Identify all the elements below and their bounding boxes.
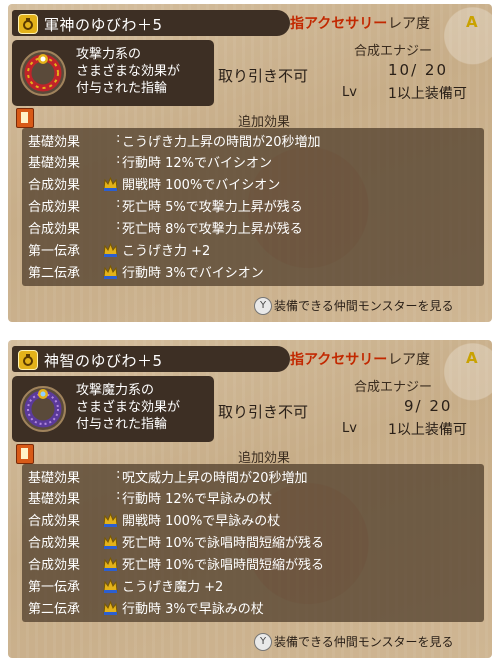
crown-icon bbox=[103, 534, 118, 549]
effect-text: こうげき魔力 +2 bbox=[122, 580, 224, 595]
crown-icon bbox=[103, 512, 118, 527]
effect-separator: : bbox=[116, 467, 121, 482]
item-category: 指アクセサリー bbox=[290, 16, 388, 32]
view-monsters-label: 装備できる仲間モンスターを見る bbox=[274, 299, 454, 313]
book-icon bbox=[16, 444, 34, 464]
accessory-ring-icon bbox=[18, 14, 38, 34]
description-box: 攻撃力系の さまざまな効果が 付与された指輪 bbox=[12, 40, 214, 106]
title-bar: 神智のゆびわ＋5 bbox=[12, 346, 290, 372]
item-panel-1: 軍神のゆびわ＋5 指アクセサリー レア度 A 攻撃力系の さまざまな効果が 付与… bbox=[8, 4, 492, 322]
effects-list: 基礎効果 : こうげき力上昇の時間が20秒増加 基礎効果 : 行動時 12%でバ… bbox=[22, 128, 484, 286]
crown-icon bbox=[103, 578, 118, 593]
effect-text: 死亡時 10%で詠唱時間短縮が残る bbox=[122, 558, 325, 573]
effect-text: こうげき力上昇の時間が20秒増加 bbox=[122, 135, 321, 150]
description-box: 攻撃魔力系の さまざまな効果が 付与された指輪 bbox=[12, 376, 214, 442]
effect-text: 呪文威力上昇の時間が20秒増加 bbox=[122, 471, 308, 486]
red-ring-icon bbox=[20, 50, 66, 96]
description-line: さまざまな効果が bbox=[76, 400, 181, 415]
effect-label: 基礎効果 bbox=[28, 135, 81, 150]
equip-level: 1以上装備可 bbox=[388, 86, 467, 102]
effect-separator: : bbox=[116, 488, 121, 503]
crown-icon bbox=[103, 242, 118, 257]
effect-text: 行動時 3%で早詠みの杖 bbox=[122, 602, 264, 617]
trade-status: 取り引き不可 bbox=[218, 403, 309, 421]
item-panel-2: 神智のゆびわ＋5 指アクセサリー レア度 A 攻撃魔力系の さまざまな効果が 付… bbox=[8, 340, 492, 658]
synthesis-energy-value: 9/ 20 bbox=[404, 397, 453, 415]
y-button-icon: Y bbox=[254, 297, 272, 315]
effect-text: 死亡時 10%で詠唱時間短縮が残る bbox=[122, 536, 325, 551]
rarity-label: レア度 bbox=[388, 352, 430, 368]
crown-icon bbox=[103, 264, 118, 279]
effect-text: 死亡時 8%で攻撃力上昇が残る bbox=[122, 222, 303, 237]
crown-icon bbox=[103, 176, 118, 191]
rarity-value: A bbox=[466, 349, 478, 367]
effect-text: 行動時 12%で早詠みの杖 bbox=[122, 492, 273, 507]
effect-label: 合成効果 bbox=[28, 200, 81, 215]
y-button-icon: Y bbox=[254, 633, 272, 651]
description-line: 付与された指輪 bbox=[76, 81, 168, 96]
rarity-label: レア度 bbox=[388, 16, 430, 32]
effect-text: 行動時 3%でバイシオン bbox=[122, 266, 264, 281]
level-label: Lv bbox=[342, 421, 357, 436]
effect-separator: : bbox=[116, 131, 121, 146]
equip-level: 1以上装備可 bbox=[388, 422, 467, 438]
description-line: 攻撃力系の bbox=[76, 47, 142, 62]
effect-label: 基礎効果 bbox=[28, 471, 81, 486]
purple-ring-icon bbox=[20, 386, 66, 432]
effect-text: こうげき力 +2 bbox=[122, 244, 211, 259]
item-category: 指アクセサリー bbox=[290, 352, 388, 368]
view-monsters-label: 装備できる仲間モンスターを見る bbox=[274, 635, 454, 649]
accessory-ring-icon bbox=[18, 350, 38, 370]
effect-separator: : bbox=[116, 152, 121, 167]
description-line: 攻撃魔力系の bbox=[76, 383, 155, 398]
book-icon bbox=[16, 108, 34, 128]
description-line: さまざまな効果が bbox=[76, 64, 181, 79]
item-title: 軍神のゆびわ＋5 bbox=[44, 16, 163, 34]
effect-label: 合成効果 bbox=[28, 222, 81, 237]
title-bar: 軍神のゆびわ＋5 bbox=[12, 10, 290, 36]
crown-icon bbox=[103, 600, 118, 615]
item-description: 攻撃魔力系の さまざまな効果が 付与された指輪 bbox=[76, 382, 180, 433]
effect-text: 開戦時 100%で早詠みの杖 bbox=[122, 514, 281, 529]
effect-separator: : bbox=[116, 218, 121, 233]
effect-text: 死亡時 5%で攻撃力上昇が残る bbox=[122, 200, 303, 215]
item-title: 神智のゆびわ＋5 bbox=[44, 352, 163, 370]
view-monsters-button[interactable]: Y 装備できる仲間モンスターを見る bbox=[254, 297, 486, 315]
synthesis-energy-label: 合成エナジー bbox=[354, 380, 433, 395]
synthesis-energy-label: 合成エナジー bbox=[354, 44, 433, 59]
trade-status: 取り引き不可 bbox=[218, 67, 309, 85]
synthesis-energy-value: 10/ 20 bbox=[388, 61, 448, 79]
rarity-value: A bbox=[466, 13, 478, 31]
effect-text: 行動時 12%でバイシオン bbox=[122, 156, 273, 171]
item-description: 攻撃力系の さまざまな効果が 付与された指輪 bbox=[76, 46, 180, 97]
effect-label: 基礎効果 bbox=[28, 492, 81, 507]
view-monsters-button[interactable]: Y 装備できる仲間モンスターを見る bbox=[254, 633, 486, 651]
crown-icon bbox=[103, 556, 118, 571]
effect-label: 基礎効果 bbox=[28, 156, 81, 171]
effects-list: 基礎効果 : 呪文威力上昇の時間が20秒増加 基礎効果 : 行動時 12%で早詠… bbox=[22, 464, 484, 622]
effect-text: 開戦時 100%でバイシオン bbox=[122, 178, 281, 193]
effect-separator: : bbox=[116, 196, 121, 211]
level-label: Lv bbox=[342, 85, 357, 100]
description-line: 付与された指輪 bbox=[76, 417, 168, 432]
